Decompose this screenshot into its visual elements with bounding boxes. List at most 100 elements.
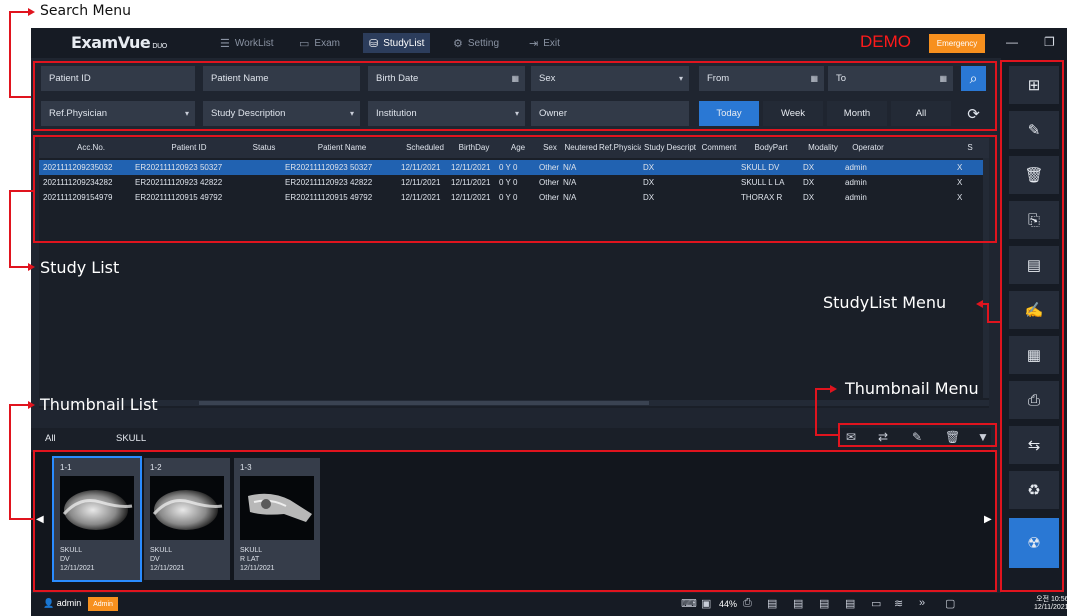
monitor-check-icon[interactable]: ▢: [945, 597, 955, 610]
refresh-icon[interactable]: ⟳: [961, 101, 986, 126]
sex-select[interactable]: Sex ▾: [531, 66, 689, 91]
owner-field[interactable]: Owner: [531, 101, 689, 126]
calendar-icon[interactable]: ▦: [511, 74, 519, 83]
callout-line: [9, 190, 11, 268]
callout-line: [9, 190, 33, 192]
thumbnail-card[interactable]: 1-2 SKULL DV 12/11/2021: [144, 458, 230, 580]
database-icon: ⛁: [369, 37, 379, 50]
to-date-field[interactable]: To ▦: [828, 66, 953, 91]
table-cell: N/A: [563, 163, 577, 172]
emergency-button[interactable]: Emergency: [929, 34, 985, 53]
detector-icon[interactable]: ▤: [819, 597, 829, 610]
minimize-icon[interactable]: —: [1006, 35, 1018, 49]
tab-all[interactable]: All: [45, 433, 56, 444]
column-header[interactable]: Operator: [845, 143, 891, 152]
table-cell: 0 Y 0: [499, 193, 518, 202]
transfer-icon[interactable]: ⇄: [878, 430, 888, 444]
patient-id-field[interactable]: Patient ID: [41, 66, 195, 91]
report-icon[interactable]: ▤: [1009, 246, 1059, 284]
column-header[interactable]: Ref.Physicia: [599, 143, 641, 152]
edit-icon[interactable]: ✎: [1009, 111, 1059, 149]
period-today-button[interactable]: Today: [699, 101, 759, 126]
chevron-right-icon[interactable]: ▶: [984, 514, 992, 525]
study-description-select[interactable]: Study Description ▾: [203, 101, 360, 126]
nav-studylist[interactable]: ⛁ StudyList: [363, 33, 431, 53]
detector-icon[interactable]: ▤: [767, 597, 777, 610]
column-header[interactable]: BirthDay: [451, 143, 497, 152]
restore-icon[interactable]: ❐: [1044, 35, 1055, 49]
period-week-button[interactable]: Week: [763, 101, 823, 126]
column-header[interactable]: Modality: [803, 143, 843, 152]
column-header[interactable]: Scheduled: [401, 143, 449, 152]
detector-icon[interactable]: ▤: [845, 597, 855, 610]
table-row[interactable]: 2021111209234282 ER202111120923 42822 ER20…: [39, 175, 989, 190]
chevron-left-icon[interactable]: ◀: [36, 514, 44, 525]
column-header[interactable]: Sex: [539, 143, 561, 152]
thumbnail-card[interactable]: 1-1 SKULL DV 12/11/2021: [52, 456, 142, 582]
from-date-field[interactable]: From ▦: [699, 66, 824, 91]
studylist-menu: ⊞ ✎ 🗑 ⎘ ▤ ✍ ▦ ⎙ ⇆ ♻ ☢: [1001, 58, 1067, 593]
scroll-thumb[interactable]: [199, 401, 649, 405]
compare-icon[interactable]: ▦: [1009, 336, 1059, 374]
callout-line: [9, 11, 29, 13]
ref-physician-select[interactable]: Ref.Physician ▾: [41, 101, 195, 126]
patient-name-field[interactable]: Patient Name: [203, 66, 360, 91]
thumbnail-card[interactable]: 1-3 SKULL R LAT 12/11/2021: [234, 458, 320, 580]
period-month-button[interactable]: Month: [827, 101, 887, 126]
demo-label: DEMO: [860, 32, 911, 51]
detector-icon[interactable]: ▤: [793, 597, 803, 610]
fast-forward-icon[interactable]: »: [919, 597, 925, 609]
delete-icon[interactable]: 🗑: [1009, 156, 1059, 194]
table-cell: ER202111120923 42822: [135, 178, 223, 187]
transfer-icon[interactable]: ⇆: [1009, 426, 1059, 464]
column-header[interactable]: Patient ID: [135, 143, 243, 152]
column-header[interactable]: Study Descript: [643, 143, 697, 152]
dicom-print-icon[interactable]: ⎙: [1009, 381, 1059, 419]
table-cell: 12/11/2021: [401, 163, 441, 172]
nav-setting[interactable]: ⚙ Setting: [447, 33, 505, 53]
institution-select[interactable]: Institution ▾: [368, 101, 525, 126]
column-header[interactable]: Patient Name: [285, 143, 399, 152]
email-icon[interactable]: ✉: [846, 430, 856, 444]
column-header[interactable]: Neutered: [563, 143, 599, 152]
table-cell: X: [957, 193, 963, 202]
export-icon[interactable]: ⎘: [1009, 201, 1059, 239]
calendar-icon[interactable]: ▦: [939, 74, 947, 83]
column-header[interactable]: Age: [499, 143, 537, 152]
import-icon[interactable]: ⊞: [1009, 66, 1059, 104]
birth-date-field[interactable]: Birth Date ▦: [368, 66, 525, 91]
table-cell: 2021111209235032: [43, 163, 113, 172]
edit-report-icon[interactable]: ✍: [1009, 291, 1059, 329]
callout-line: [987, 321, 1000, 323]
nav-exit[interactable]: ⇥ Exit: [523, 33, 566, 53]
column-header[interactable]: S: [957, 143, 983, 152]
table-row[interactable]: 2021111209235032 ER202111120923 50327 ER20…: [39, 160, 989, 175]
callout-line: [987, 303, 989, 323]
horizontal-scrollbar[interactable]: [39, 400, 989, 406]
column-header[interactable]: BodyPart: [741, 143, 801, 152]
table-row[interactable]: 2021111209154979 ER202111120915 49792 ER20…: [39, 190, 989, 205]
column-header[interactable]: Status: [245, 143, 283, 152]
period-all-button[interactable]: All: [891, 101, 951, 126]
calendar-icon[interactable]: ▦: [810, 74, 818, 83]
tab-skull[interactable]: SKULL: [116, 433, 146, 444]
column-header[interactable]: Comment: [699, 143, 739, 152]
table-cell: ER202111120923 50327: [135, 163, 223, 172]
search-icon: ⌕: [969, 70, 978, 86]
vertical-scrollbar[interactable]: [983, 158, 989, 398]
callout-line: [9, 11, 11, 97]
delete-icon[interactable]: 🗑: [945, 430, 960, 444]
nav-worklist[interactable]: ☰ WorkList: [214, 33, 280, 53]
nav-exam[interactable]: ▭ Exam: [293, 33, 346, 53]
keyboard-icon[interactable]: ⌨: [681, 597, 697, 610]
thumbnail-info: SKULL R LAT 12/11/2021: [240, 547, 275, 572]
radiation-icon[interactable]: ☢: [1009, 518, 1059, 568]
device-icon[interactable]: ▭: [871, 597, 881, 610]
recycle-icon[interactable]: ♻: [1009, 471, 1059, 509]
search-button[interactable]: ⌕: [961, 66, 986, 91]
table-cell: ER202111120923 50327: [285, 163, 373, 172]
printer-icon[interactable]: ⎙: [743, 597, 752, 610]
caret-down-icon[interactable]: ▼: [977, 430, 989, 444]
column-header[interactable]: Acc.No.: [47, 143, 135, 152]
edit-icon[interactable]: ✎: [912, 430, 922, 444]
